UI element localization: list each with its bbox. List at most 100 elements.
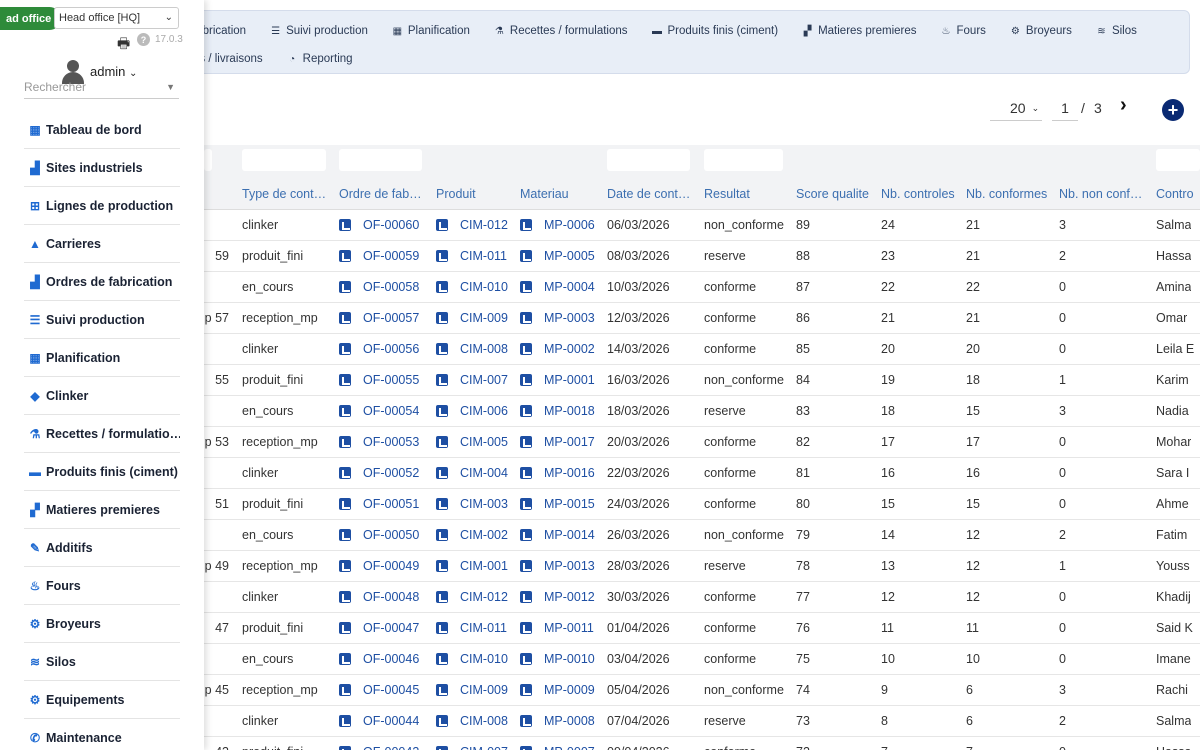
cell-materiau[interactable]: MP-0007 (544, 745, 595, 750)
cell-ordre[interactable]: OF-00043 (363, 745, 419, 750)
sidebar-item-suivi-production[interactable]: ☰ Suivi production (24, 301, 180, 339)
sidebar-item-matieres-premieres[interactable]: ▞ Matieres premieres (24, 491, 180, 529)
record-link-icon[interactable] (436, 715, 448, 727)
cell-ordre[interactable]: OF-00052 (363, 466, 419, 480)
table-row[interactable]: 51 produit_fini OF-00051 CIM-003 MP-0015 24/0… (204, 489, 1200, 520)
record-link-icon[interactable] (520, 281, 532, 293)
top-nav-item[interactable]: ▬ Produits finis (ciment) (652, 25, 778, 37)
top-nav-item[interactable]: ≋ Silos (1096, 25, 1137, 37)
record-link-icon[interactable] (339, 250, 351, 262)
record-link-icon[interactable] (520, 746, 532, 750)
table-row[interactable]: clinker OF-00056 CIM-008 MP-0002 14/03/2026 c… (204, 334, 1200, 365)
record-link-icon[interactable] (520, 436, 532, 448)
help-icon[interactable]: ? (137, 33, 150, 46)
column-header-produit[interactable]: Produit (436, 187, 476, 201)
table-row[interactable]: clinker OF-00044 CIM-008 MP-0008 07/04/2026 r… (204, 706, 1200, 737)
cell-materiau[interactable]: MP-0012 (544, 590, 595, 604)
record-link-icon[interactable] (436, 219, 448, 231)
cell-ordre[interactable]: OF-00047 (363, 621, 419, 635)
top-nav-item[interactable]: ⚗ Recettes / formulations (494, 25, 628, 37)
sidebar-item-recettes-formulatio[interactable]: ⚗ Recettes / formulatio… (24, 415, 180, 453)
filter-input-controleur[interactable] (1156, 149, 1200, 171)
cell-produit[interactable]: CIM-001 (460, 559, 508, 573)
record-link-icon[interactable] (520, 467, 532, 479)
record-link-icon[interactable] (339, 312, 351, 324)
top-nav-item[interactable]: ◔ Reporting (287, 53, 352, 65)
sidebar-item-additifs[interactable]: ✎ Additifs (24, 529, 180, 567)
cell-materiau[interactable]: MP-0006 (544, 218, 595, 232)
cell-materiau[interactable]: MP-0018 (544, 404, 595, 418)
table-row[interactable]: en_cours OF-00046 CIM-010 MP-0010 03/04/2026… (204, 644, 1200, 675)
record-link-icon[interactable] (339, 560, 351, 572)
cell-materiau[interactable]: MP-0011 (544, 621, 594, 635)
column-header-type[interactable]: Type de cont… (242, 187, 326, 201)
record-link-icon[interactable] (436, 498, 448, 510)
cell-produit[interactable]: CIM-008 (460, 342, 508, 356)
column-header-nb_conformes[interactable]: Nb. conformes (966, 187, 1047, 201)
company-button[interactable]: ad office (0, 7, 62, 30)
table-row[interactable]: p 45 reception_mp OF-00045 CIM-009 MP-0009 05… (204, 675, 1200, 706)
table-row[interactable]: p 53 reception_mp OF-00053 CIM-005 MP-0017 20… (204, 427, 1200, 458)
table-row[interactable]: clinker OF-00052 CIM-004 MP-0016 22/03/2026 c… (204, 458, 1200, 489)
column-header-ordre[interactable]: Ordre de fab… (339, 187, 422, 201)
record-link-icon[interactable] (339, 684, 351, 696)
filter-input-ref[interactable] (204, 149, 212, 171)
record-link-icon[interactable] (436, 529, 448, 541)
cell-produit[interactable]: CIM-007 (460, 745, 508, 750)
table-row[interactable]: en_cours OF-00054 CIM-006 MP-0018 18/03/2026… (204, 396, 1200, 427)
record-link-icon[interactable] (436, 312, 448, 324)
print-icon[interactable]: 🖶 (117, 33, 130, 57)
top-nav-item[interactable]: ▞ Matieres premieres (802, 25, 917, 37)
record-link-icon[interactable] (520, 374, 532, 386)
cell-produit[interactable]: CIM-009 (460, 683, 508, 697)
column-header-nb_controles[interactable]: Nb. controles (881, 187, 955, 201)
table-row[interactable]: 55 produit_fini OF-00055 CIM-007 MP-0001 16/0… (204, 365, 1200, 396)
record-link-icon[interactable] (339, 529, 351, 541)
cell-produit[interactable]: CIM-007 (460, 373, 508, 387)
cell-produit[interactable]: CIM-004 (460, 466, 508, 480)
sidebar-item-equipements[interactable]: ⚙ Equipements (24, 681, 180, 719)
cell-ordre[interactable]: OF-00044 (363, 714, 419, 728)
record-link-icon[interactable] (436, 746, 448, 750)
record-link-icon[interactable] (339, 374, 351, 386)
sidebar-item-maintenance[interactable]: ✆ Maintenance (24, 719, 180, 750)
table-row[interactable]: en_cours OF-00050 CIM-002 MP-0014 26/03/2026… (204, 520, 1200, 551)
record-link-icon[interactable] (436, 591, 448, 603)
cell-produit[interactable]: CIM-002 (460, 528, 508, 542)
cell-ordre[interactable]: OF-00058 (363, 280, 419, 294)
sidebar-item-planification[interactable]: ▦ Planification (24, 339, 180, 377)
sidebar-item-lignes-de-production[interactable]: ⊞ Lignes de production (24, 187, 180, 225)
sidebar-item-silos[interactable]: ≋ Silos (24, 643, 180, 681)
record-link-icon[interactable] (339, 622, 351, 634)
record-link-icon[interactable] (436, 343, 448, 355)
top-nav-item[interactable]: ⚙ Broyeurs (1010, 25, 1072, 37)
cell-ordre[interactable]: OF-00045 (363, 683, 419, 697)
cell-materiau[interactable]: MP-0013 (544, 559, 595, 573)
record-link-icon[interactable] (436, 467, 448, 479)
record-link-icon[interactable] (436, 250, 448, 262)
company-select[interactable]: Head office [HQ] ⌄ (54, 7, 179, 29)
cell-ordre[interactable]: OF-00053 (363, 435, 419, 449)
cell-produit[interactable]: CIM-003 (460, 497, 508, 511)
filter-input-date[interactable] (607, 149, 690, 171)
cell-produit[interactable]: CIM-012 (460, 218, 508, 232)
cell-ordre[interactable]: OF-00049 (363, 559, 419, 573)
record-link-icon[interactable] (520, 312, 532, 324)
record-link-icon[interactable] (339, 343, 351, 355)
cell-produit[interactable]: CIM-011 (460, 621, 507, 635)
cell-produit[interactable]: CIM-010 (460, 280, 508, 294)
cell-ordre[interactable]: OF-00054 (363, 404, 419, 418)
record-link-icon[interactable] (436, 405, 448, 417)
sidebar-item-clinker[interactable]: ◆ Clinker (24, 377, 180, 415)
search-select[interactable]: Rechercher ▼ (24, 80, 179, 99)
cell-ordre[interactable]: OF-00059 (363, 249, 419, 263)
record-link-icon[interactable] (339, 281, 351, 293)
record-link-icon[interactable] (339, 746, 351, 750)
cell-materiau[interactable]: MP-0003 (544, 311, 595, 325)
cell-materiau[interactable]: MP-0016 (544, 466, 595, 480)
column-header-materiau[interactable]: Materiau (520, 187, 569, 201)
top-nav-item[interactable]: ▦ Planification (392, 25, 470, 37)
cell-ordre[interactable]: OF-00055 (363, 373, 419, 387)
cell-materiau[interactable]: MP-0005 (544, 249, 595, 263)
record-link-icon[interactable] (520, 560, 532, 572)
